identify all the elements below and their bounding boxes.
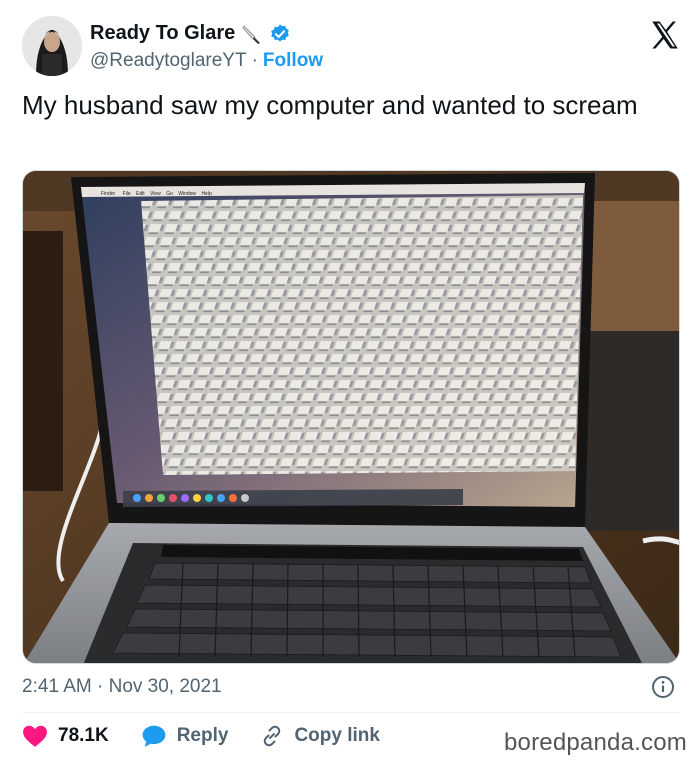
tweet-text: My husband saw my computer and wanted to…	[22, 90, 638, 120]
follow-button[interactable]: Follow	[263, 50, 323, 72]
reply-bubble-icon	[142, 725, 166, 747]
like-button[interactable]: 78.1K	[22, 724, 109, 748]
tweet-photo[interactable]: Finder File Edit View Go Window Help	[22, 170, 680, 664]
info-icon[interactable]	[651, 675, 675, 699]
x-logo-icon[interactable]	[648, 18, 682, 52]
heart-icon	[23, 725, 47, 747]
verified-badge-icon	[269, 23, 291, 45]
avatar[interactable]	[22, 16, 82, 76]
tweet-header: Ready To Glare @ReadytoglareYT · Follow	[22, 14, 682, 78]
reply-label: Reply	[176, 725, 229, 746]
like-count: 78.1K	[58, 725, 109, 746]
link-icon	[264, 725, 281, 747]
copy-link-label: Copy link	[294, 725, 380, 746]
divider	[22, 712, 680, 713]
tweet-timestamp[interactable]: 2:41 AM · Nov 30, 2021	[22, 676, 222, 698]
separator: ·	[251, 50, 258, 71]
laptop-photo: Finder File Edit View Go Window Help	[23, 171, 679, 663]
avatar-image	[22, 16, 82, 76]
reply-button[interactable]: Reply	[141, 724, 229, 748]
watermark: boredpanda.com	[504, 729, 687, 756]
display-name[interactable]: Ready To Glare	[90, 22, 235, 45]
copy-link-button[interactable]: Copy link	[260, 724, 380, 748]
tweet-actions: 78.1K Reply Copy link	[22, 724, 380, 748]
handle[interactable]: @ReadytoglareYT	[90, 50, 247, 72]
knife-icon	[241, 23, 263, 45]
